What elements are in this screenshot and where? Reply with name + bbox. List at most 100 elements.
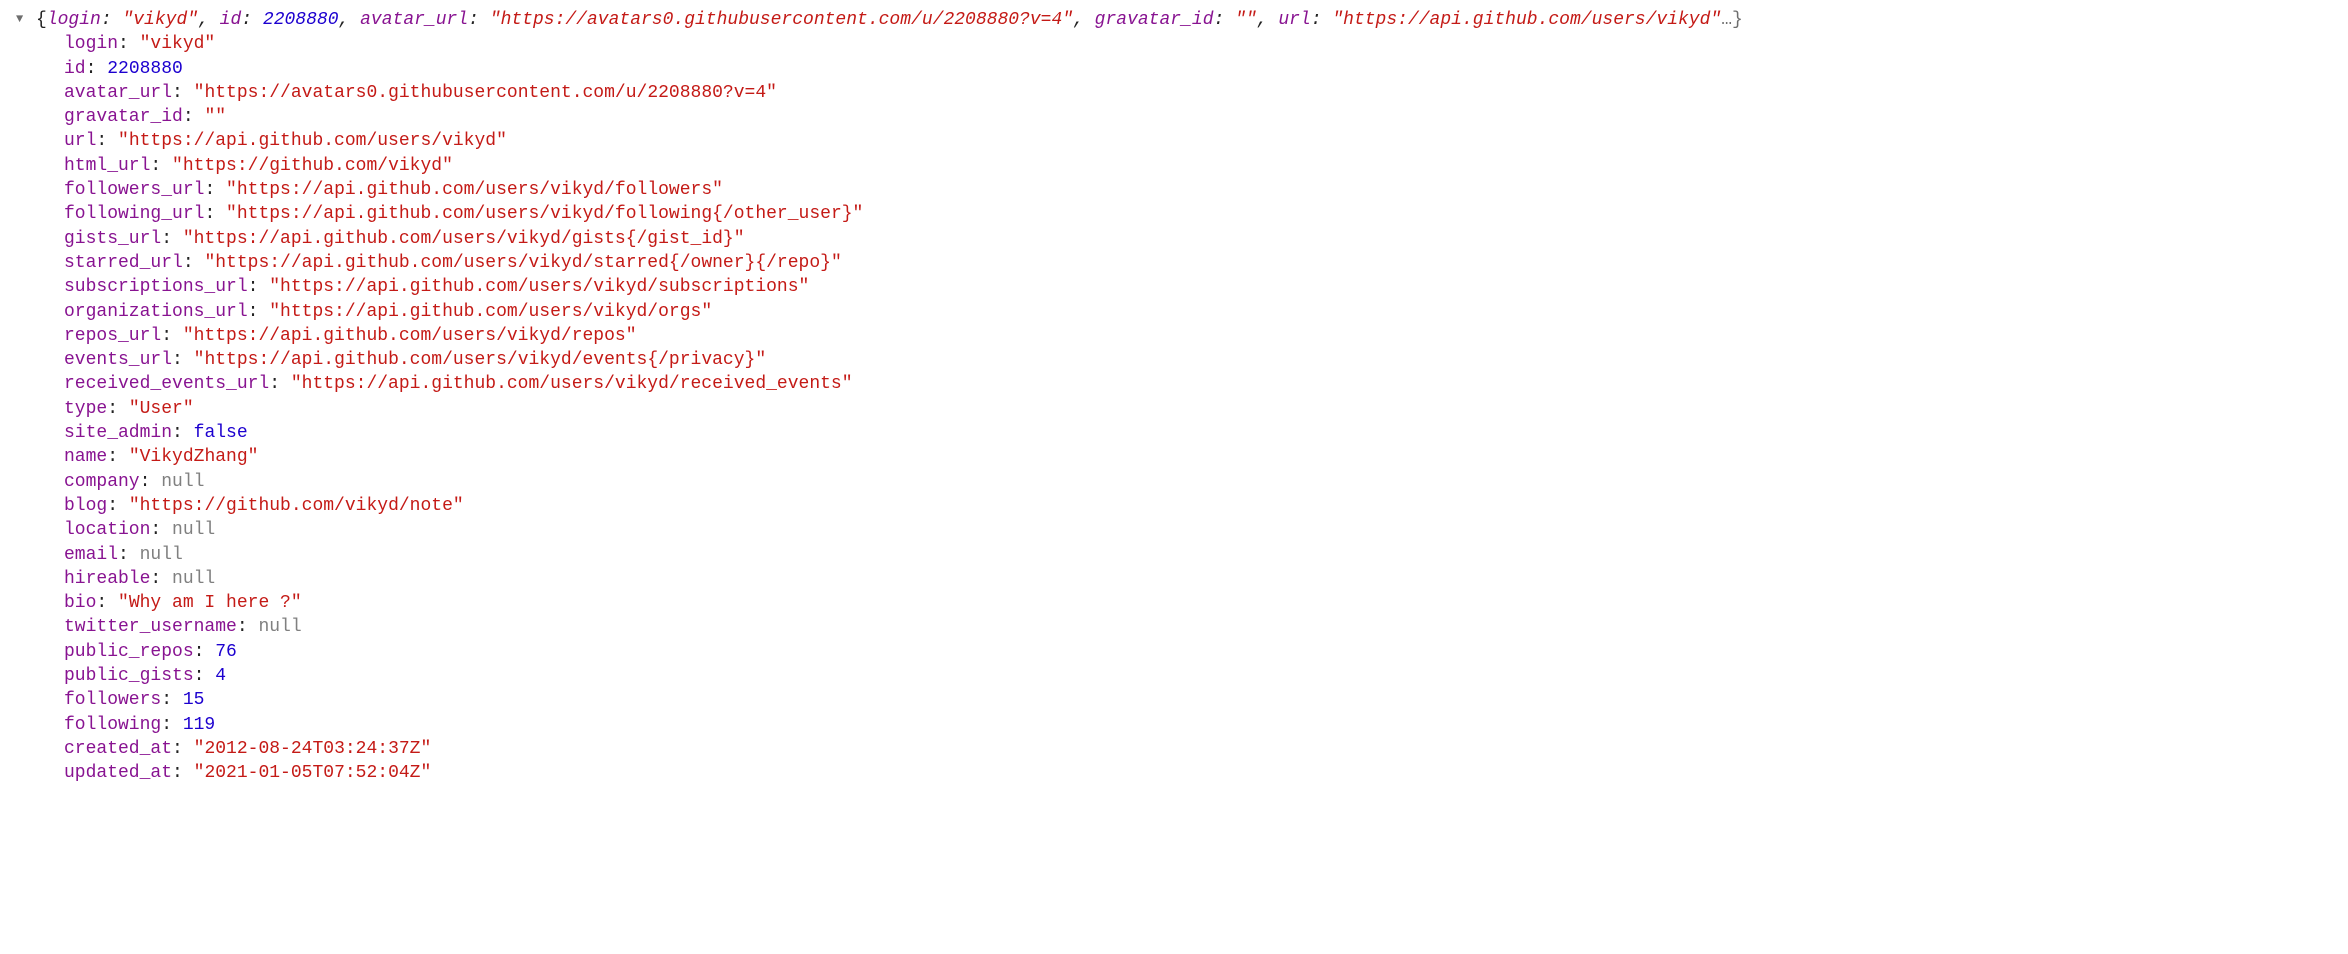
property-value: "https://avatars0.githubusercontent.com/… (194, 83, 777, 103)
property-row[interactable]: repos_url: "https://api.github.com/users… (16, 324, 2332, 348)
property-row[interactable]: followers_url: "https://api.github.com/u… (16, 178, 2332, 202)
property-key: followers (64, 690, 161, 710)
property-row[interactable]: subscriptions_url: "https://api.github.c… (16, 275, 2332, 299)
property-key: html_url (64, 156, 150, 176)
property-value: 76 (215, 642, 237, 662)
property-row[interactable]: twitter_username: null (16, 615, 2332, 639)
colon: : (118, 545, 140, 565)
preview-key: id (220, 10, 242, 30)
property-row[interactable]: location: null (16, 518, 2332, 542)
preview-value: "https://api.github.com/users/vikyd" (1332, 10, 1721, 30)
property-value: "https://api.github.com/users/vikyd/rece… (291, 374, 853, 394)
property-row[interactable]: html_url: "https://github.com/vikyd" (16, 154, 2332, 178)
preview-key: login (47, 10, 101, 30)
preview-ellipsis: …} (1721, 10, 1743, 30)
colon: : (161, 326, 183, 346)
property-row[interactable]: gists_url: "https://api.github.com/users… (16, 227, 2332, 251)
property-row[interactable]: following_url: "https://api.github.com/u… (16, 202, 2332, 226)
property-key: gists_url (64, 229, 161, 249)
property-row[interactable]: email: null (16, 543, 2332, 567)
preview-value: 2208880 (263, 10, 339, 30)
property-key: gravatar_id (64, 107, 183, 127)
colon: : (118, 34, 140, 54)
colon: : (96, 131, 118, 151)
property-value: false (194, 423, 248, 443)
property-key: organizations_url (64, 302, 248, 322)
colon: : (96, 593, 118, 613)
property-row[interactable]: login: "vikyd" (16, 32, 2332, 56)
colon: : (161, 229, 183, 249)
property-value: null (172, 569, 215, 589)
expand-toggle-icon[interactable]: ▼ (16, 11, 30, 27)
property-row[interactable]: updated_at: "2021-01-05T07:52:04Z" (16, 761, 2332, 785)
property-key: created_at (64, 739, 172, 759)
property-row[interactable]: starred_url: "https://api.github.com/use… (16, 251, 2332, 275)
property-row[interactable]: received_events_url: "https://api.github… (16, 372, 2332, 396)
colon: : (86, 59, 108, 79)
property-key: login (64, 34, 118, 54)
property-value: "https://api.github.com/users/vikyd" (118, 131, 507, 151)
colon: : (107, 496, 129, 516)
colon: : (161, 715, 183, 735)
property-key: following (64, 715, 161, 735)
property-value: "https://github.com/vikyd" (172, 156, 453, 176)
property-value: "https://api.github.com/users/vikyd/subs… (269, 277, 809, 297)
colon: : (150, 156, 172, 176)
property-value: "2012-08-24T03:24:37Z" (194, 739, 432, 759)
preview-value: "vikyd" (122, 10, 198, 30)
property-row[interactable]: company: null (16, 470, 2332, 494)
property-row[interactable]: name: "VikydZhang" (16, 445, 2332, 469)
property-key: site_admin (64, 423, 172, 443)
property-row[interactable]: public_repos: 76 (16, 640, 2332, 664)
preview-key: url (1278, 10, 1310, 30)
property-row[interactable]: id: 2208880 (16, 57, 2332, 81)
property-value: "User" (129, 399, 194, 419)
colon: : (172, 423, 194, 443)
property-key: received_events_url (64, 374, 269, 394)
colon: : (204, 180, 226, 200)
property-value: "https://api.github.com/users/vikyd/even… (194, 350, 767, 370)
property-value: "https://api.github.com/users/vikyd/star… (204, 253, 841, 273)
property-row[interactable]: url: "https://api.github.com/users/vikyd… (16, 129, 2332, 153)
colon: : (172, 350, 194, 370)
property-key: followers_url (64, 180, 204, 200)
property-row[interactable]: blog: "https://github.com/vikyd/note" (16, 494, 2332, 518)
property-row[interactable]: created_at: "2012-08-24T03:24:37Z" (16, 737, 2332, 761)
property-key: email (64, 545, 118, 565)
colon: : (248, 277, 270, 297)
property-value: "https://api.github.com/users/vikyd/gist… (183, 229, 745, 249)
property-key: updated_at (64, 763, 172, 783)
property-value: "https://api.github.com/users/vikyd/repo… (183, 326, 637, 346)
colon: : (161, 690, 183, 710)
colon: : (204, 204, 226, 224)
property-row[interactable]: type: "User" (16, 397, 2332, 421)
colon: : (150, 569, 172, 589)
object-summary-line[interactable]: ▼ {login: "vikyd", id: 2208880, avatar_ur… (16, 8, 2332, 32)
preview-value: "https://avatars0.githubusercontent.com/… (490, 10, 1073, 30)
property-row[interactable]: following: 119 (16, 713, 2332, 737)
property-key: avatar_url (64, 83, 172, 103)
property-row[interactable]: bio: "Why am I here ?" (16, 591, 2332, 615)
property-value: null (161, 472, 204, 492)
property-value: "https://api.github.com/users/vikyd/foll… (226, 204, 863, 224)
colon: : (248, 302, 270, 322)
colon: : (172, 763, 194, 783)
property-value: "https://github.com/vikyd/note" (129, 496, 464, 516)
property-value: 119 (183, 715, 215, 735)
property-value: null (258, 617, 301, 637)
property-row[interactable]: public_gists: 4 (16, 664, 2332, 688)
property-value: "Why am I here ?" (118, 593, 302, 613)
property-row[interactable]: site_admin: false (16, 421, 2332, 445)
property-row[interactable]: hireable: null (16, 567, 2332, 591)
property-value: "https://api.github.com/users/vikyd/foll… (226, 180, 723, 200)
object-preview: {login: "vikyd", id: 2208880, avatar_url… (36, 10, 1743, 30)
property-row[interactable]: avatar_url: "https://avatars0.githubuser… (16, 81, 2332, 105)
property-key: events_url (64, 350, 172, 370)
preview-value: "" (1235, 10, 1257, 30)
colon: : (172, 83, 194, 103)
property-key: hireable (64, 569, 150, 589)
property-row[interactable]: organizations_url: "https://api.github.c… (16, 300, 2332, 324)
property-row[interactable]: events_url: "https://api.github.com/user… (16, 348, 2332, 372)
property-row[interactable]: followers: 15 (16, 688, 2332, 712)
property-row[interactable]: gravatar_id: "" (16, 105, 2332, 129)
